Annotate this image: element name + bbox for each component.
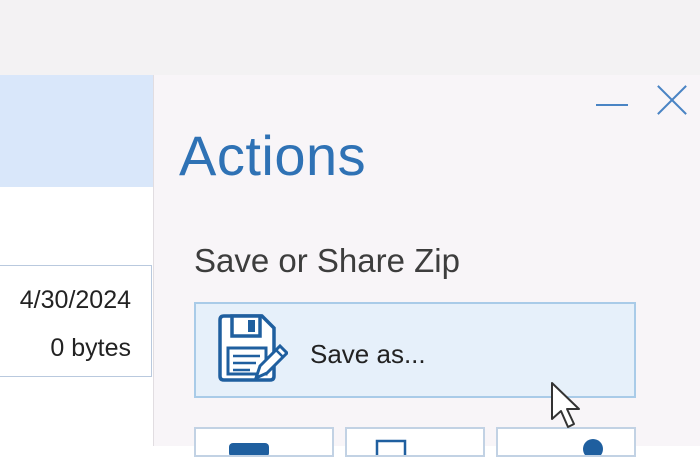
save-as-label: Save as... <box>310 339 426 369</box>
mouse-pointer-icon <box>551 382 580 428</box>
share-option-button-1[interactable] <box>194 427 334 457</box>
share-option-button-3[interactable] <box>496 427 636 457</box>
file-details-card[interactable]: 4/30/2024 0 bytes <box>0 265 152 377</box>
top-bar <box>0 0 700 76</box>
file-modified-date: 4/30/2024 <box>19 286 131 314</box>
actions-panel: Actions Save or Share Zip Save as... <box>153 75 700 457</box>
share-option-icon <box>229 443 269 455</box>
section-title: Save or Share Zip <box>194 242 460 279</box>
file-size: 0 bytes <box>50 334 131 362</box>
file-list-pane: 4/30/2024 0 bytes <box>0 75 153 446</box>
close-icon[interactable] <box>652 85 688 115</box>
share-option-icon <box>375 439 407 455</box>
minimize-icon[interactable] <box>594 85 630 115</box>
floppy-disk-pencil-icon <box>218 314 288 382</box>
share-option-icon <box>583 439 603 455</box>
panel-title: Actions <box>179 124 367 187</box>
selected-row-highlight[interactable] <box>0 75 153 187</box>
share-option-button-2[interactable] <box>345 427 485 457</box>
